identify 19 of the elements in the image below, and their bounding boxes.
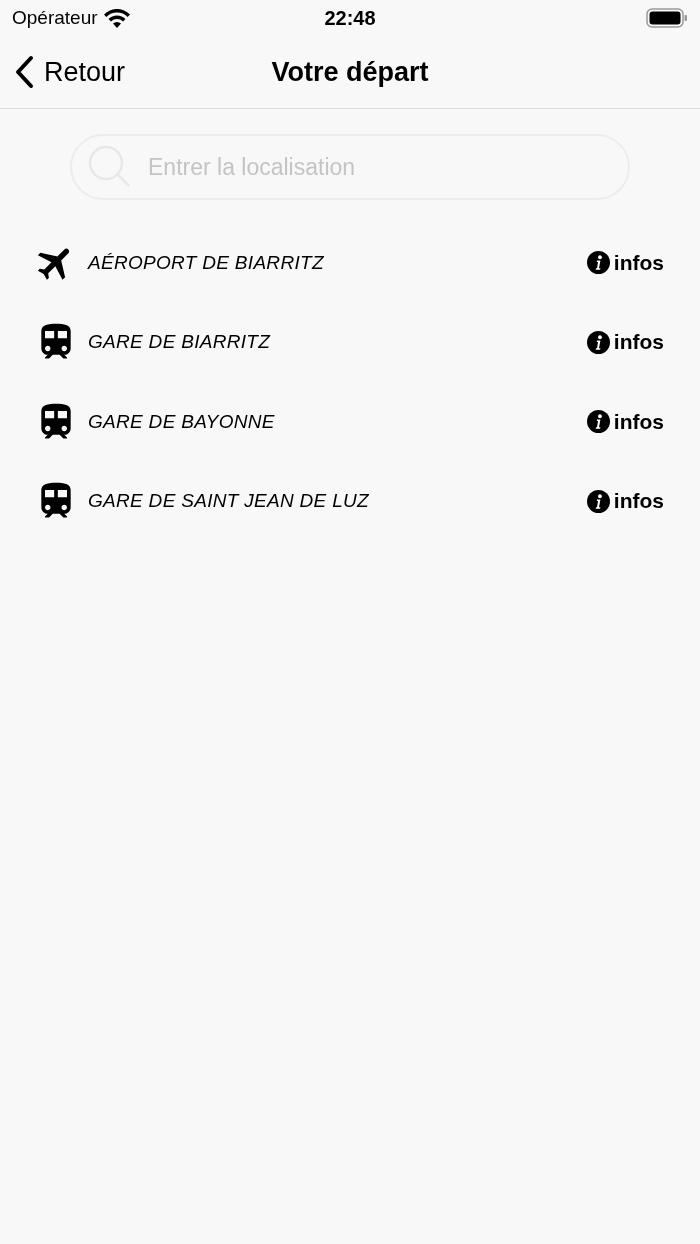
chevron-left-icon (14, 55, 34, 89)
info-icon (586, 410, 610, 434)
back-button[interactable]: Retour (0, 55, 126, 89)
place-name: GARE DE SAINT JEAN DE LUZ (88, 490, 370, 513)
infos-button[interactable]: infos (586, 330, 664, 355)
place-name: GARE DE BAYONNE (88, 410, 276, 433)
info-icon (586, 330, 610, 354)
infos-button[interactable]: infos (586, 409, 664, 434)
place-name: GARE DE BIARRITZ (88, 331, 272, 354)
place-name: AÉROPORT DE BIARRITZ (88, 251, 325, 274)
battery-icon (646, 8, 688, 28)
wifi-icon (103, 8, 130, 28)
clock-time: 22:48 (323, 6, 377, 30)
screen-title: Votre départ (271, 56, 429, 88)
info-icon (586, 489, 610, 513)
infos-button[interactable]: infos (586, 489, 664, 514)
carrier-name: Opérateur (12, 7, 98, 29)
infos-button[interactable]: infos (586, 250, 664, 275)
info-icon (586, 251, 610, 275)
